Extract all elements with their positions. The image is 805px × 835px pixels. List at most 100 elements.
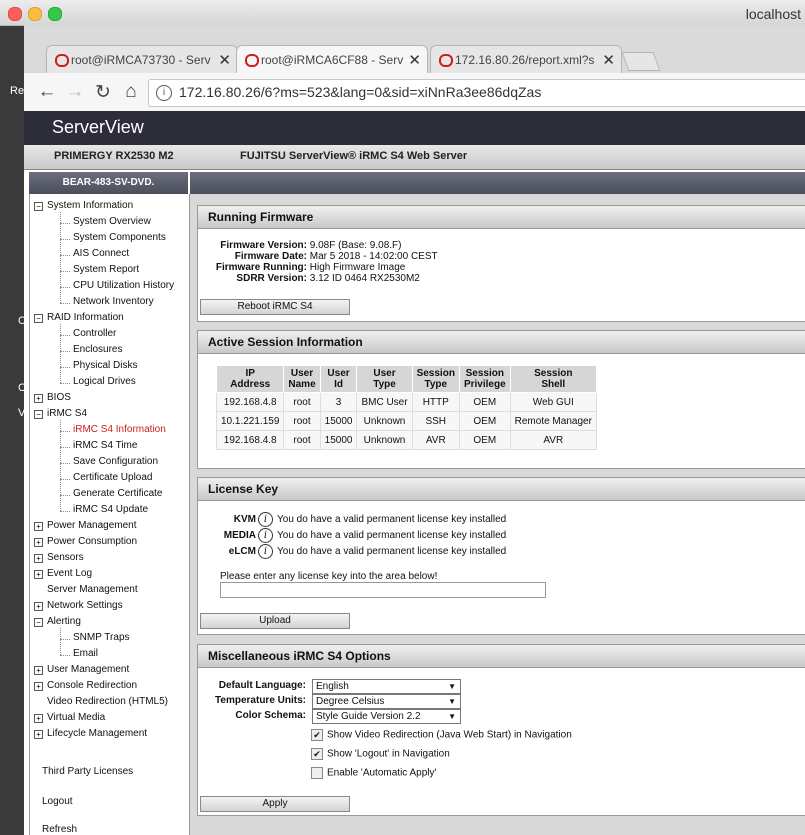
sidebar-item[interactable]: AIS Connect [73,248,129,259]
zoom-window-button[interactable] [48,7,62,21]
close-tab-icon[interactable]: ✕ [602,51,615,69]
sidebar-item[interactable]: iRMC S4 Update [73,504,148,515]
forward-arrow-icon[interactable]: → [64,81,86,103]
upload-button[interactable]: Upload [200,613,350,629]
collapse-icon[interactable]: − [34,314,43,323]
sidebar-navigation: System Information − System Overview System… [29,194,190,835]
sidebar-item[interactable]: RAID Information [47,312,124,323]
sidebar-item[interactable]: Alerting [47,616,81,627]
sidebar-item[interactable]: Email [73,648,98,659]
table-cell: AVR [411,430,460,450]
sidebar-item[interactable]: Console Redirection [47,680,137,691]
serverview-logo: ServerView [52,117,144,137]
expand-icon[interactable]: + [34,714,43,723]
language-select[interactable]: English ▼ [312,679,461,694]
dropdown-arrow-icon: ▼ [448,697,456,706]
expand-icon[interactable]: + [34,538,43,547]
sidebar-item[interactable]: System Information [47,200,133,211]
tree-connector [60,324,61,383]
browser-tab[interactable]: root@iRMCA73730 - Serv ✕ [46,45,238,74]
info-icon[interactable]: i [258,528,273,543]
browser-tab[interactable]: 172.16.80.26/report.xml?s ✕ [430,45,622,74]
expand-icon[interactable]: + [34,522,43,531]
info-icon[interactable]: i [156,85,172,101]
table-row: 10.1.221.159 root 15000 Unknown SSH OEM Remote… [215,411,597,431]
sidebar-item[interactable]: Controller [73,328,116,339]
collapse-icon[interactable]: − [34,618,43,627]
tree-connector [60,271,70,272]
sidebar-item[interactable]: BIOS [47,392,71,403]
reload-icon[interactable]: ↻ [92,81,114,104]
server-info-bar: PRIMERGY RX2530 M2 FUJITSU ServerView® i… [24,145,805,170]
table-cell: HTTP [411,392,460,412]
checkbox-box[interactable] [311,767,323,779]
sidebar-item[interactable]: Network Inventory [73,296,154,307]
tree-connector [60,463,70,464]
expand-icon[interactable]: + [34,682,43,691]
back-arrow-icon[interactable]: ← [36,81,58,103]
sidebar-item[interactable]: iRMC S4 Information [73,424,166,435]
sidebar-item[interactable]: System Report [73,264,139,275]
minimize-window-button[interactable] [28,7,42,21]
apply-button[interactable]: Apply [200,796,350,812]
sidebar-item[interactable]: System Components [73,232,166,243]
close-tab-icon[interactable]: ✕ [408,51,421,69]
sidebar-item[interactable]: Network Settings [47,600,123,611]
sidebar-item[interactable]: Physical Disks [73,360,137,371]
sidebar-link[interactable]: Third Party Licenses [42,766,133,777]
sidebar-item[interactable]: Lifecycle Management [47,728,147,739]
sidebar-item[interactable]: Enclosures [73,344,122,355]
sidebar-item[interactable]: Generate Certificate [73,488,163,499]
app-header: ServerView [24,111,805,145]
product-name: FUJITSU ServerView® iRMC S4 Web Server [240,150,468,162]
table-row: 192.168.4.8 root 3 BMC User HTTP OEM Web GUI [215,392,597,412]
field-label: Default Language: [218,680,306,691]
sidebar-link[interactable]: Logout [42,796,73,807]
sidebar-item[interactable]: Power Management [47,520,137,531]
close-window-button[interactable] [8,7,22,21]
info-icon[interactable]: i [258,544,273,559]
license-name: MEDIA [223,530,256,542]
sidebar-item[interactable]: Sensors [47,552,84,563]
browser-tab-active[interactable]: root@iRMCA6CF88 - Serv ✕ [236,45,428,75]
collapse-icon[interactable]: − [34,410,43,419]
sidebar-item[interactable]: SNMP Traps [73,632,130,643]
expand-icon[interactable]: + [34,602,43,611]
expand-icon[interactable]: + [34,666,43,675]
new-tab-button[interactable] [621,52,661,71]
sidebar-item[interactable]: User Management [47,664,129,675]
sidebar-link[interactable]: Refresh [42,824,77,835]
expand-icon[interactable]: + [34,554,43,563]
license-name: KVM [233,514,256,526]
home-icon[interactable]: ⌂ [120,81,142,103]
show-logout-checkbox[interactable]: ✔ Show 'Logout' in Navigation [311,748,450,760]
sidebar-item[interactable]: Event Log [47,568,92,579]
field-value: Mar 5 2018 - 14:02:00 CEST [309,251,438,262]
sidebar-item[interactable]: iRMC S4 [47,408,87,419]
address-bar[interactable]: i 172.16.80.26/6?ms=523&lang=0&sid=xiNnR… [148,79,805,107]
info-icon[interactable]: i [258,512,273,527]
checkbox-box[interactable]: ✔ [311,748,323,760]
expand-icon[interactable]: + [34,730,43,739]
close-tab-icon[interactable]: ✕ [218,51,231,69]
sidebar-item[interactable]: Logical Drives [73,376,136,387]
license-key-input[interactable] [220,582,546,598]
color-schema-select[interactable]: Style Guide Version 2.2 ▼ [312,709,461,724]
expand-icon[interactable]: + [34,394,43,403]
checkbox-box[interactable]: ✔ [311,729,323,741]
sidebar-item[interactable]: Power Consumption [47,536,137,547]
sidebar-item[interactable]: Save Configuration [73,456,158,467]
sidebar-item[interactable]: iRMC S4 Time [73,440,137,451]
expand-icon[interactable]: + [34,570,43,579]
sidebar-item[interactable]: Certificate Upload [73,472,152,483]
sidebar-item[interactable]: Video Redirection (HTML5) [47,696,168,707]
show-video-redirection-checkbox[interactable]: ✔ Show Video Redirection (Java Web Start)… [311,729,572,741]
sidebar-item[interactable]: CPU Utilization History [73,280,174,291]
sidebar-item[interactable]: System Overview [73,216,151,227]
collapse-icon[interactable]: − [34,202,43,211]
temperature-units-select[interactable]: Degree Celsius ▼ [312,694,461,709]
reboot-irmc-button[interactable]: Reboot iRMC S4 [200,299,350,315]
sidebar-item[interactable]: Virtual Media [47,712,105,723]
automatic-apply-checkbox[interactable]: Enable 'Automatic Apply' [311,767,436,779]
sidebar-item[interactable]: Server Management [47,584,138,595]
